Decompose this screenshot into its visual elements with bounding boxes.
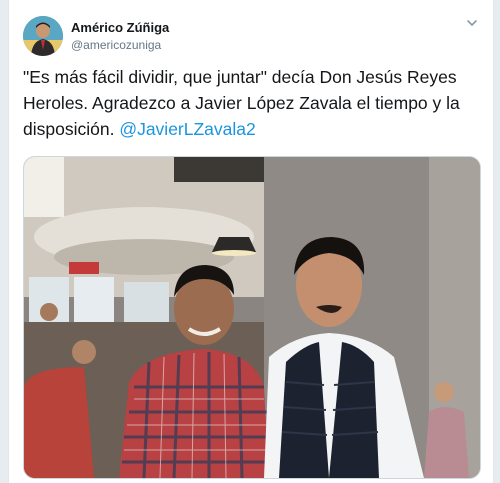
chevron-down-icon[interactable]: [465, 16, 479, 30]
tweet-text: "Es más fácil dividir, que juntar" decía…: [23, 64, 479, 142]
tweet-photo[interactable]: [23, 156, 481, 479]
mention-link[interactable]: @JavierLZavala2: [119, 119, 255, 139]
avatar[interactable]: [23, 16, 63, 56]
author-name[interactable]: Américo Zúñiga: [71, 20, 169, 35]
author-handle[interactable]: @americozuniga: [71, 38, 161, 52]
tweet-card[interactable]: Américo Zúñiga @americozuniga "Es más fá…: [8, 0, 494, 483]
